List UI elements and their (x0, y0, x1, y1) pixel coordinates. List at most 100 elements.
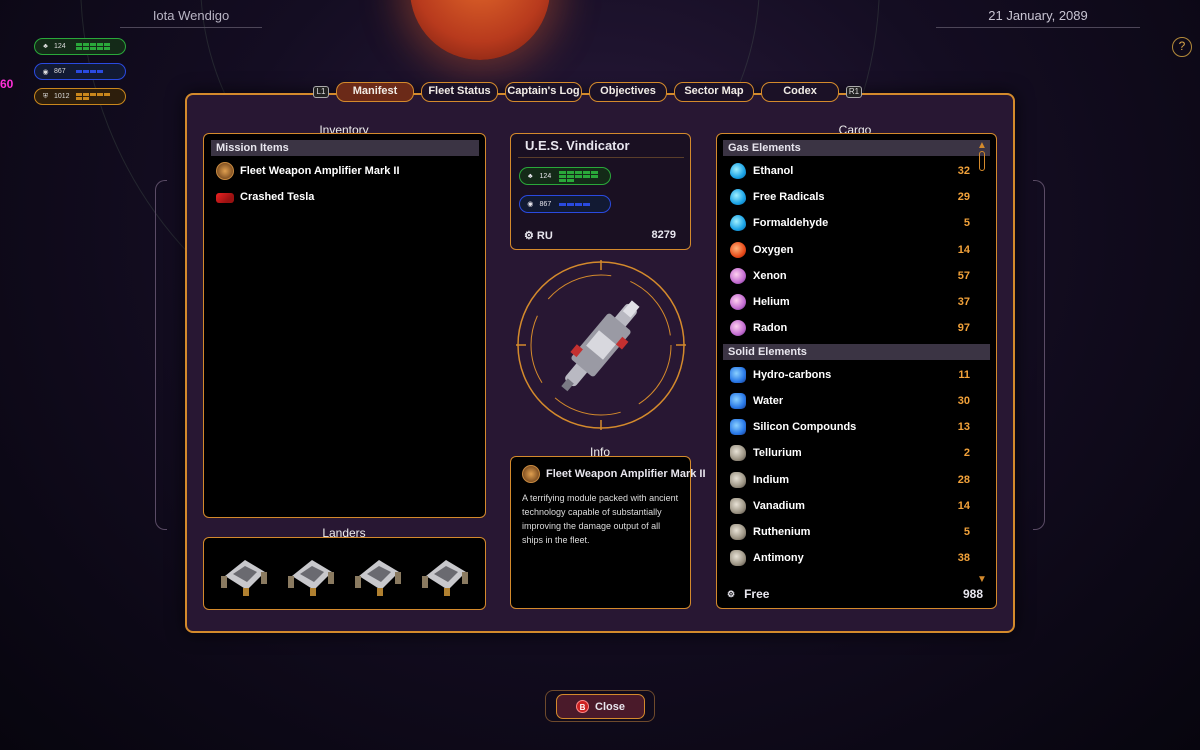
ship-divider (518, 157, 684, 158)
hud-sensor-stat: ◉ 867 (34, 63, 126, 80)
eye-icon: ◉ (42, 68, 49, 76)
cargo-name: Hydro-carbons (753, 369, 832, 381)
shield-bar (76, 93, 116, 100)
ru-icon: ⚙ (524, 230, 537, 242)
ship-model (561, 300, 640, 392)
crew-bar (76, 43, 116, 50)
cargo-name: Ruthenium (753, 526, 811, 538)
cargo-name: Ethanol (753, 165, 794, 177)
shield-icon: ⛨ (42, 92, 49, 100)
hud-crew-stat: ♣ 124 (34, 38, 126, 55)
ship-crew-value: 124 (539, 172, 552, 180)
cargo-name: Water (753, 395, 784, 407)
ru-label: RU (536, 230, 553, 242)
solid-element-icon (730, 393, 746, 409)
tab-fleet-status[interactable]: Fleet Status (421, 82, 498, 102)
cargo-row[interactable]: Ethanol 32 (730, 161, 970, 181)
cargo-qty: 14 (957, 500, 970, 512)
cargo-row[interactable]: Water 30 (730, 391, 970, 411)
r1-bumper[interactable]: R1 (846, 86, 862, 98)
tab-sector-map[interactable]: Sector Map (674, 82, 754, 102)
cargo-qty: 5 (963, 217, 970, 229)
free-value: 988 (962, 587, 983, 601)
cargo-name: Indium (753, 474, 790, 486)
cargo-row[interactable]: Silicon Compounds 13 (730, 417, 970, 437)
inventory-item[interactable]: Crashed Tesla (216, 187, 314, 207)
hud-shield-stat: ⛨ 1012 (34, 88, 126, 105)
cargo-name: Antimony (753, 552, 804, 564)
lander-2[interactable] (284, 550, 340, 598)
ru-row: ⚙ RU 8279 (524, 229, 676, 242)
close-button[interactable]: B Close (556, 694, 645, 719)
tab-manifest[interactable]: Manifest (336, 82, 414, 102)
cargo-qty: 14 (957, 244, 970, 256)
solid-element-icon (730, 524, 746, 540)
solid-element-icon (730, 419, 746, 435)
right-bracket (1033, 180, 1045, 530)
lander-1[interactable] (217, 550, 273, 598)
cargo-qty: 5 (963, 526, 970, 538)
mission-items-header: Mission Items (211, 140, 479, 156)
gas-element-icon (730, 268, 746, 284)
sensor-bar (76, 70, 116, 73)
cargo-row[interactable]: Tellurium 2 (730, 443, 970, 463)
gas-element-icon (730, 320, 746, 336)
cargo-row[interactable]: Xenon 57 (730, 266, 970, 286)
date-label: 21 January, 2089 (936, 8, 1140, 28)
ship-name: U.E.S. Vindicator (525, 138, 630, 153)
cargo-qty: 2 (963, 447, 970, 459)
location-label: Iota Wendigo (120, 8, 262, 28)
cargo-row[interactable]: Indium 28 (730, 470, 970, 490)
left-bracket (155, 180, 167, 530)
cargo-name: Helium (753, 296, 790, 308)
tab-objectives[interactable]: Objectives (589, 82, 667, 102)
free-capacity-icon: ⚙ (727, 588, 736, 599)
inventory-item[interactable]: Fleet Weapon Amplifier Mark II (216, 161, 400, 181)
landers-row (211, 547, 479, 600)
cargo-row[interactable]: Formaldehyde 5 (730, 213, 970, 233)
gas-element-icon (730, 189, 746, 205)
info-item-header: Fleet Weapon Amplifier Mark II (522, 465, 706, 483)
scroll-down-icon[interactable]: ▼ (977, 574, 987, 585)
ship-radar (516, 260, 686, 430)
cargo-scrollbar[interactable] (979, 151, 985, 171)
cargo-row[interactable]: Ruthenium 5 (730, 522, 970, 542)
cargo-row[interactable]: Antimony 38 (730, 548, 970, 568)
cargo-qty: 30 (957, 395, 970, 407)
hud-shield-value: 1012 (54, 93, 70, 100)
help-icon[interactable]: ? (1172, 37, 1192, 57)
lander-4[interactable] (418, 550, 474, 598)
ship-sensor-stat: ◉ 867 (519, 195, 611, 213)
cargo-name: Xenon (753, 270, 787, 282)
cargo-qty: 38 (957, 552, 970, 564)
hud-sensor-value: 867 (54, 68, 66, 75)
lander-3[interactable] (351, 550, 407, 598)
cargo-name: Tellurium (753, 447, 802, 459)
scroll-up-icon[interactable]: ▲ (977, 140, 987, 151)
cargo-row[interactable]: Hydro-carbons 11 (730, 365, 970, 385)
cargo-qty: 32 (957, 165, 970, 177)
solid-element-icon (730, 498, 746, 514)
cargo-row[interactable]: Helium 37 (730, 292, 970, 312)
tab-captains-log[interactable]: Captain's Log (505, 82, 582, 102)
inventory-item-name: Fleet Weapon Amplifier Mark II (240, 165, 400, 177)
cargo-free-row: ⚙ Free 988 (727, 587, 983, 601)
crew-icon: ♣ (43, 43, 48, 50)
close-label: Close (595, 700, 625, 713)
cargo-row[interactable]: Vanadium 14 (730, 496, 970, 516)
solid-element-icon (730, 472, 746, 488)
l1-bumper[interactable]: L1 (313, 86, 329, 98)
b-button-icon: B (576, 700, 590, 713)
tab-codex[interactable]: Codex (761, 82, 839, 102)
cargo-qty: 57 (957, 270, 970, 282)
cargo-row[interactable]: Free Radicals 29 (730, 187, 970, 207)
tab-bar: L1 Manifest Fleet Status Captain's Log O… (313, 82, 862, 102)
cargo-row[interactable]: Radon 97 (730, 318, 970, 338)
ship-sensor-value: 867 (539, 200, 552, 208)
cargo-qty: 11 (958, 369, 970, 381)
cargo-row[interactable]: Oxygen 14 (730, 240, 970, 260)
gas-element-icon (730, 215, 746, 231)
cargo-name: Free Radicals (753, 191, 825, 203)
cargo-name: Radon (753, 322, 788, 334)
free-label: Free (744, 587, 770, 601)
